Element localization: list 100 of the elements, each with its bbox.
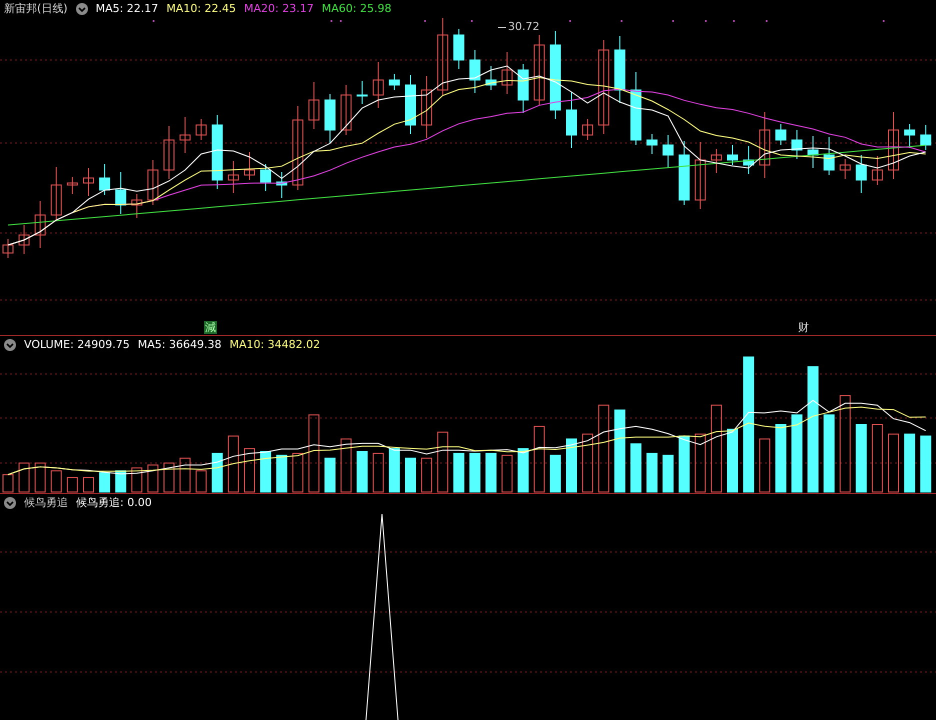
volume-bar — [356, 451, 368, 492]
volume-bar — [405, 458, 416, 492]
candlestick — [99, 164, 110, 196]
candlestick — [888, 112, 899, 180]
volume-bar — [340, 438, 352, 492]
candlestick — [694, 142, 706, 210]
volume-bar — [888, 434, 899, 492]
candlestick — [18, 224, 30, 254]
volume-bar — [421, 458, 432, 492]
candlestick — [582, 118, 594, 140]
candlestick — [340, 84, 352, 136]
candlestick — [872, 156, 883, 186]
volume-bar — [66, 477, 78, 492]
volume-bar — [453, 452, 464, 492]
collapse-icon[interactable] — [76, 3, 88, 15]
volume-bar — [164, 462, 174, 492]
volume-bar — [502, 454, 513, 492]
candlestick — [244, 152, 255, 180]
legend-value: MA60: 25.98 — [322, 0, 392, 17]
volume-bar — [99, 472, 110, 492]
legend-value: MA5: 22.17 — [96, 0, 158, 17]
volume-bar — [2, 474, 14, 492]
candlestick — [566, 92, 577, 148]
legend-value: MA10: 34482.02 — [229, 336, 320, 353]
volume-bar — [212, 452, 223, 492]
volume-bar — [582, 434, 594, 492]
candlestick — [856, 154, 867, 194]
volume-bar — [372, 452, 384, 492]
volume-bar — [630, 443, 642, 492]
candlestick — [180, 116, 191, 154]
volume-bar — [196, 470, 207, 492]
candlestick — [276, 172, 288, 198]
candlestick — [840, 158, 851, 180]
candlestick — [824, 136, 835, 176]
price-label: 30.72 — [508, 19, 540, 35]
volume-bar — [727, 428, 738, 492]
volume-bar — [678, 436, 690, 492]
legend-value: MA5: 36649.38 — [138, 336, 222, 353]
legend-value: MA20: 23.17 — [244, 0, 314, 17]
candlestick — [743, 146, 754, 174]
legend-value: MA10: 22.45 — [166, 0, 236, 17]
volume-bar — [694, 434, 706, 492]
candlestick — [710, 148, 722, 174]
event-marker: 減 — [204, 321, 217, 334]
volume-bar — [486, 452, 496, 492]
candlestick — [260, 164, 272, 192]
volume-bar — [646, 452, 658, 492]
volume-bar — [276, 454, 288, 492]
candlestick — [356, 80, 368, 104]
candlestick — [405, 74, 416, 134]
candlestick — [196, 118, 207, 140]
candlestick — [164, 126, 174, 180]
candlestick — [2, 238, 14, 258]
candlestick — [324, 94, 336, 144]
volume-bar — [759, 438, 770, 492]
collapse-icon[interactable] — [4, 339, 16, 351]
volume-bar — [534, 426, 545, 492]
candlestick — [147, 160, 158, 206]
candlestick — [469, 50, 480, 94]
candlestick — [131, 194, 142, 218]
candlestick — [421, 76, 432, 138]
volume-bar — [147, 464, 158, 492]
volume-bar — [518, 448, 529, 492]
volume-bar — [244, 448, 255, 492]
volume-bar — [34, 462, 46, 492]
volume-bar — [388, 448, 400, 492]
candlestick — [308, 82, 320, 130]
volume-bar — [18, 462, 30, 492]
candlestick — [534, 34, 545, 106]
candlestick — [502, 52, 513, 94]
volume-bar — [662, 454, 674, 492]
volume-bar — [292, 452, 304, 492]
legend-value: VOLUME: 24909.75 — [24, 336, 130, 353]
candlestick — [920, 124, 932, 150]
candlestick — [775, 124, 786, 146]
volume-bar — [180, 458, 191, 492]
collapse-icon[interactable] — [4, 497, 16, 509]
volume-bar — [856, 424, 867, 492]
candlestick — [808, 136, 818, 168]
candlestick — [453, 28, 464, 70]
candlestick — [228, 160, 239, 194]
volume-bar — [437, 432, 448, 492]
candlestick — [34, 200, 46, 248]
volume-bar — [904, 434, 916, 492]
volume-bar — [469, 452, 480, 492]
candlestick — [83, 168, 94, 196]
candlestick — [518, 64, 529, 114]
volume-bar — [872, 424, 883, 492]
volume-bar — [550, 454, 561, 492]
candlestick — [904, 124, 916, 148]
candlestick — [66, 176, 78, 194]
event-marker: 财 — [797, 321, 810, 334]
volume-bar — [115, 470, 126, 492]
leader-line — [498, 26, 506, 28]
candlestick — [646, 134, 658, 154]
candlestick — [727, 144, 738, 166]
candlestick — [678, 140, 690, 206]
volume-bar — [50, 470, 62, 492]
candlestick — [388, 74, 400, 90]
volume-bar — [324, 458, 336, 492]
